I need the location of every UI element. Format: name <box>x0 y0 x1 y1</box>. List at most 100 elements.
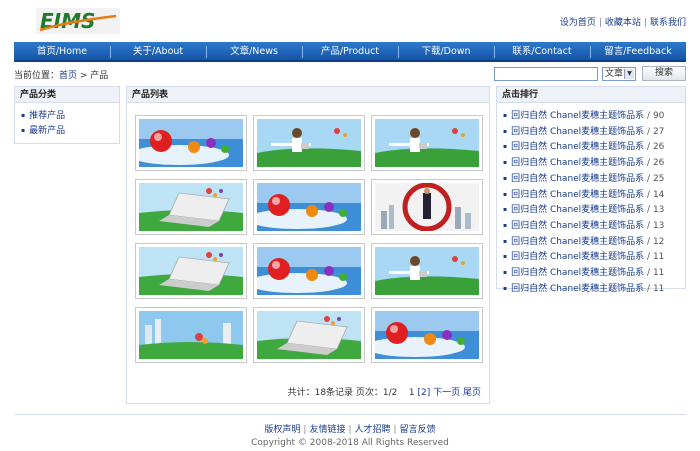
product-image <box>139 183 243 231</box>
product-thumb[interactable] <box>135 179 247 235</box>
ranking-item[interactable]: 回归自然 Chanel麦穗主题饰品系 / 26 <box>503 156 685 172</box>
breadcrumb-current: 产品 <box>90 71 109 81</box>
ranking-item-count: 13 <box>652 220 665 231</box>
top-links: 设为首页 | 收藏本站 | 联系我们 <box>559 18 686 28</box>
logo-mark: EIMS <box>36 8 120 34</box>
ranking-item-count: 27 <box>652 126 665 137</box>
ranking-item-title: 回归自然 Chanel麦穗主题饰品系 <box>511 111 645 121</box>
footer-friend-links[interactable]: 友情链接 <box>309 425 345 435</box>
product-thumb[interactable] <box>371 243 483 299</box>
ranking-item-count: 26 <box>652 158 665 169</box>
ranking-item[interactable]: 回归自然 Chanel麦穗主题饰品系 / 25 <box>503 172 685 188</box>
pager-page-1: 1 <box>408 388 415 398</box>
ranking-item[interactable]: 回归自然 Chanel麦穗主题饰品系 / 11 <box>503 266 685 282</box>
footer-divider <box>14 414 686 415</box>
search-input[interactable] <box>494 66 598 81</box>
ranking-item[interactable]: 回归自然 Chanel麦穗主题饰品系 / 26 <box>503 140 685 156</box>
ranking-item-count: 25 <box>652 173 665 184</box>
product-image <box>375 183 479 231</box>
search-type-select[interactable]: 文章 ▼ <box>602 66 636 81</box>
add-favorite-link[interactable]: 收藏本站 <box>605 18 641 28</box>
set-homepage-link[interactable]: 设为首页 <box>560 18 596 28</box>
product-thumb[interactable] <box>371 179 483 235</box>
ranking-item-count: 11 <box>652 252 665 263</box>
ranking-item-title: 回归自然 Chanel麦穗主题饰品系 <box>511 283 645 294</box>
category-item-label: 推荐产品 <box>29 111 66 121</box>
breadcrumb-label: 当前位置： <box>14 71 60 81</box>
product-thumb[interactable] <box>253 243 365 299</box>
pager-summary: 共计：18条记录 页次：1/2 <box>287 388 398 398</box>
nav-down[interactable]: 下载/Down <box>398 42 494 60</box>
search-button[interactable]: 搜索 <box>642 66 686 81</box>
ranking-item[interactable]: 回归自然 Chanel麦穗主题饰品系 / 90 <box>503 109 685 125</box>
product-image <box>257 311 361 359</box>
product-thumb[interactable] <box>135 243 247 299</box>
category-item-label: 最新产品 <box>29 126 66 136</box>
ranking-item-title: 回归自然 Chanel麦穗主题饰品系 <box>511 189 645 200</box>
ranking-item-title: 回归自然 Chanel麦穗主题饰品系 <box>511 252 645 263</box>
ranking-item-title: 回归自然 Chanel麦穗主题饰品系 <box>511 142 645 153</box>
product-image <box>139 119 243 167</box>
product-thumb[interactable] <box>371 115 483 171</box>
product-image <box>375 311 479 359</box>
contact-us-link[interactable]: 联系我们 <box>650 18 686 28</box>
product-thumb[interactable] <box>135 307 247 363</box>
ranking-item-count: 11 <box>652 283 665 294</box>
pager-last[interactable]: 尾页 <box>463 388 481 398</box>
breadcrumb-sep: > <box>77 71 91 81</box>
pager: 共计：18条记录 页次：1/2 1 [2] 下一页 尾页 <box>288 385 481 398</box>
ranking-item-title: 回归自然 Chanel麦穗主题饰品系 <box>511 158 645 169</box>
product-thumb[interactable] <box>371 307 483 363</box>
product-image <box>257 119 361 167</box>
ranking-panel: 点击排行 回归自然 Chanel麦穗主题饰品系 / 90回归自然 Chanel麦… <box>496 86 686 294</box>
ranking-item-title: 回归自然 Chanel麦穗主题饰品系 <box>511 126 645 137</box>
ranking-item[interactable]: 回归自然 Chanel麦穗主题饰品系 / 12 <box>503 235 685 251</box>
footer-feedback[interactable]: 留言反馈 <box>400 425 436 435</box>
ranking-item[interactable]: 回归自然 Chanel麦穗主题饰品系 / 11 <box>503 282 685 298</box>
product-thumb[interactable] <box>253 115 365 171</box>
nav-feedback[interactable]: 留言/Feedback <box>590 42 686 60</box>
footer-links: 版权声明 | 友情链接 | 人才招聘 | 留言反馈 <box>264 425 436 435</box>
nav-home[interactable]: 首页/Home <box>14 42 110 60</box>
product-thumb[interactable] <box>253 179 365 235</box>
ranking-panel-title: 点击排行 <box>497 87 685 103</box>
ranking-item[interactable]: 回归自然 Chanel麦穗主题饰品系 / 13 <box>503 219 685 235</box>
ranking-item[interactable]: 回归自然 Chanel麦穗主题饰品系 / 27 <box>503 125 685 141</box>
product-thumb[interactable] <box>135 115 247 171</box>
product-image <box>257 247 361 295</box>
category-item-featured[interactable]: 推荐产品 <box>21 109 119 124</box>
ranking-item[interactable]: 回归自然 Chanel麦穗主题饰品系 / 14 <box>503 188 685 204</box>
search-type-value: 文章 <box>605 68 624 79</box>
nav-contact[interactable]: 联系/Contact <box>494 42 590 60</box>
pager-next[interactable]: 下一页 <box>433 388 460 398</box>
main-nav: 首页/Home 关于/About 文章/News 产品/Product 下载/D… <box>14 42 686 62</box>
ranking-item-title: 回归自然 Chanel麦穗主题饰品系 <box>511 220 645 231</box>
product-image <box>375 119 479 167</box>
ranking-item[interactable]: 回归自然 Chanel麦穗主题饰品系 / 11 <box>503 250 685 266</box>
ranking-item-title: 回归自然 Chanel麦穗主题饰品系 <box>511 236 645 247</box>
product-grid <box>135 115 483 363</box>
product-image <box>375 247 479 295</box>
ranking-item-count: 14 <box>652 189 665 200</box>
product-image <box>257 183 361 231</box>
category-panel: 产品分类 推荐产品 最新产品 <box>14 86 120 144</box>
ranking-item-count: 26 <box>652 142 665 153</box>
footer-jobs[interactable]: 人才招聘 <box>355 425 391 435</box>
nav-about[interactable]: 关于/About <box>110 42 206 60</box>
nav-product[interactable]: 产品/Product <box>302 42 398 60</box>
product-list-title: 产品列表 <box>127 87 489 103</box>
product-thumb[interactable] <box>253 307 365 363</box>
ranking-item-count: 11 <box>652 268 665 279</box>
footer-copyright-statement[interactable]: 版权声明 <box>264 425 300 435</box>
ranking-item-count: 12 <box>652 236 665 247</box>
ranking-list: 回归自然 Chanel麦穗主题饰品系 / 90回归自然 Chanel麦穗主题饰品… <box>497 103 685 297</box>
breadcrumb-home[interactable]: 首页 <box>59 71 77 81</box>
product-image <box>139 247 243 295</box>
ranking-item-title: 回归自然 Chanel麦穗主题饰品系 <box>511 205 645 216</box>
nav-news[interactable]: 文章/News <box>206 42 302 60</box>
site-logo[interactable]: EIMS <box>36 8 120 34</box>
ranking-item[interactable]: 回归自然 Chanel麦穗主题饰品系 / 13 <box>503 203 685 219</box>
ranking-item-count: 90 <box>652 111 665 121</box>
category-item-latest[interactable]: 最新产品 <box>21 124 119 139</box>
pager-page-2[interactable]: [2] <box>417 388 430 398</box>
